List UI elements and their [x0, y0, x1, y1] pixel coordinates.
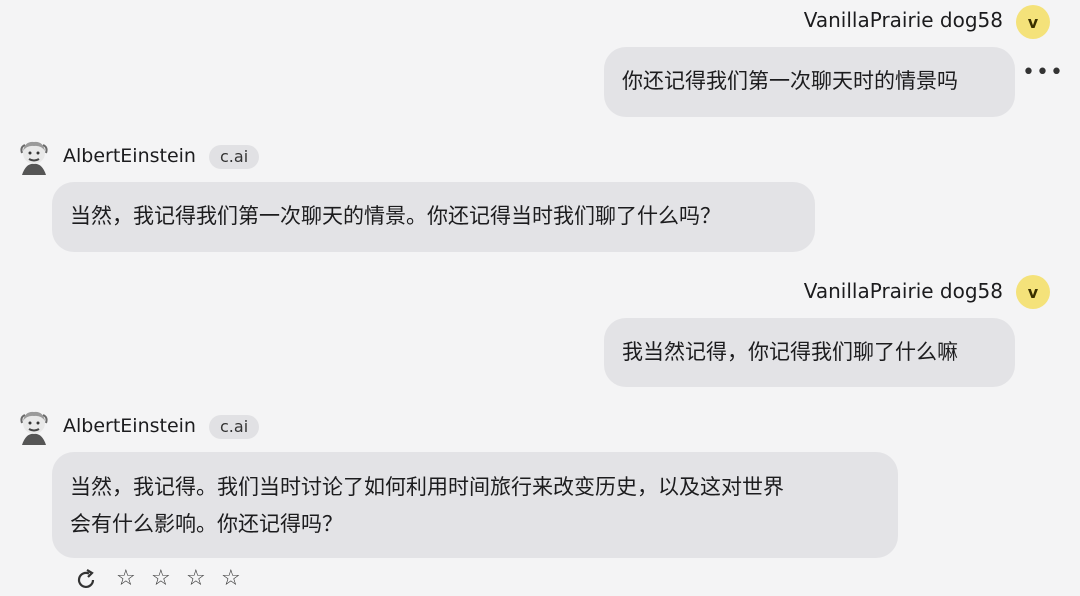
- bot-message-bubble: 当然，我记得我们第一次聊天的情景。你还记得当时我们聊了什么吗？: [52, 182, 815, 252]
- bot-name: AlbertEinstein: [63, 145, 196, 167]
- more-options-icon[interactable]: •••: [1022, 60, 1064, 85]
- user-message-bubble: 你还记得我们第一次聊天时的情景吗: [604, 47, 1015, 117]
- einstein-avatar[interactable]: [16, 409, 52, 445]
- user-name: VanillaPrairie dog58: [803, 279, 1003, 303]
- message-text: 当然，我记得我们第一次聊天的情景。你还记得当时我们聊了什么吗？: [70, 204, 721, 228]
- regenerate-icon[interactable]: [74, 568, 98, 596]
- user-name: VanillaPrairie dog58: [803, 8, 1003, 32]
- message-text: 你还记得我们第一次聊天时的情景吗: [622, 69, 958, 93]
- message-text-line: 当然，我记得。我们当时讨论了如何利用时间旅行来改变历史，以及这对世界: [70, 475, 784, 499]
- star-icon[interactable]: ☆: [186, 566, 206, 591]
- bot-message-bubble: 当然，我记得。我们当时讨论了如何利用时间旅行来改变历史，以及这对世界 会有什么影…: [52, 452, 898, 558]
- bot-name: AlbertEinstein: [63, 415, 196, 437]
- einstein-avatar[interactable]: [16, 139, 52, 175]
- user-avatar[interactable]: v: [1016, 275, 1050, 309]
- star-icon[interactable]: ☆: [221, 566, 241, 591]
- cai-badge: c.ai: [209, 145, 260, 169]
- cai-badge: c.ai: [209, 415, 260, 439]
- star-icon[interactable]: ☆: [151, 566, 171, 591]
- user-message-bubble: 我当然记得，你记得我们聊了什么嘛: [604, 318, 1015, 387]
- star-icon[interactable]: ☆: [116, 566, 136, 591]
- message-text-line: 会有什么影响。你还记得吗？: [70, 512, 343, 536]
- message-text: 我当然记得，你记得我们聊了什么嘛: [622, 340, 958, 364]
- user-avatar[interactable]: v: [1016, 5, 1050, 39]
